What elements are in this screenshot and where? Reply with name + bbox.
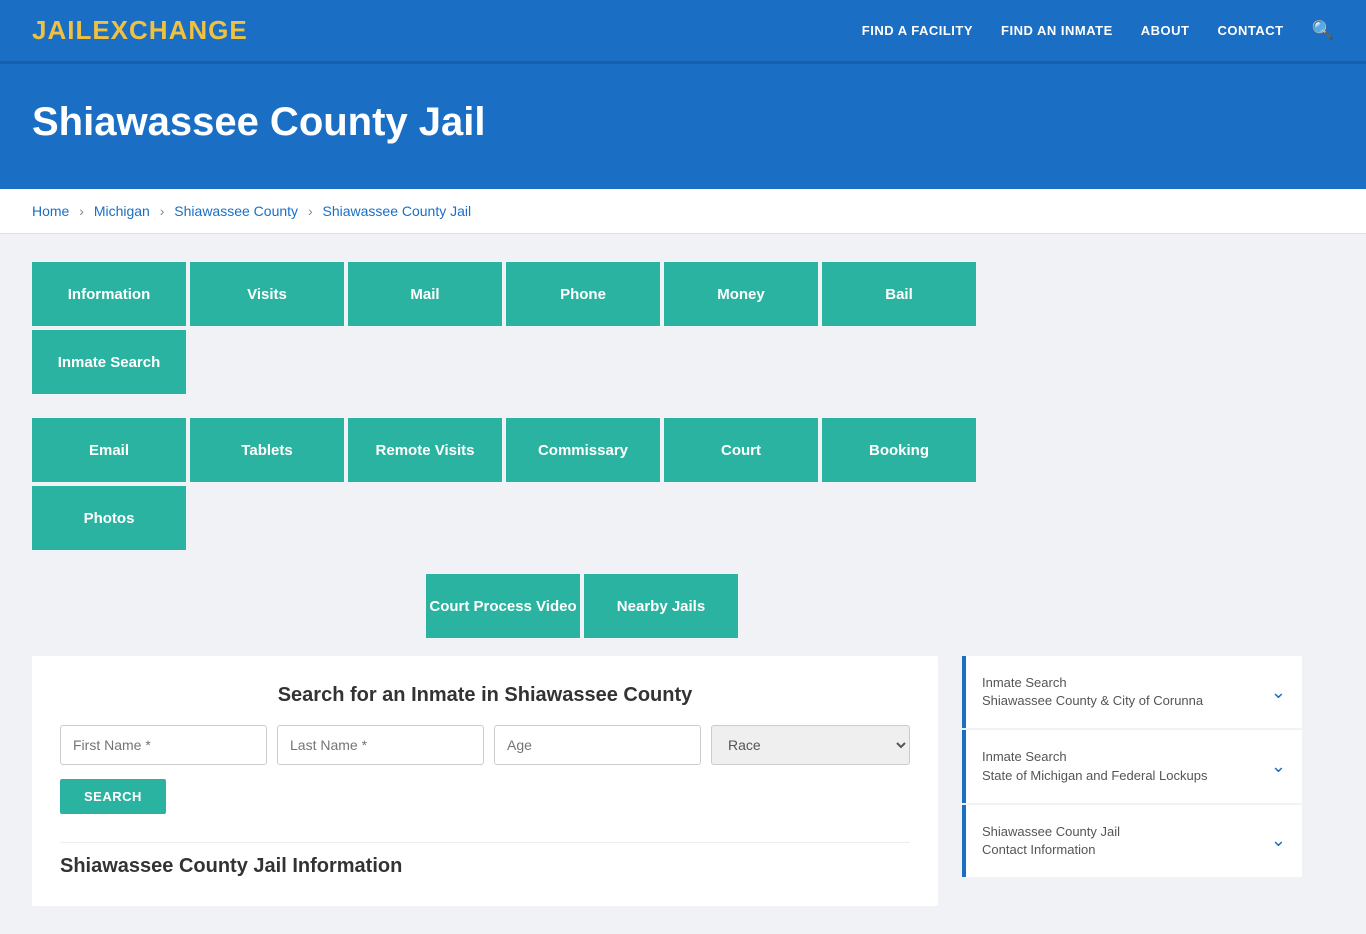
btn-inmate-search[interactable]: Inmate Search bbox=[32, 330, 186, 394]
sidebar-card-1-title: Inmate Search Shiawassee County & City o… bbox=[982, 674, 1203, 710]
btn-remote-visits[interactable]: Remote Visits bbox=[348, 418, 502, 482]
breadcrumb-jail[interactable]: Shiawassee County Jail bbox=[323, 203, 472, 219]
nav-about[interactable]: ABOUT bbox=[1141, 23, 1190, 38]
last-name-input[interactable] bbox=[277, 725, 484, 765]
btn-booking[interactable]: Booking bbox=[822, 418, 976, 482]
btn-mail[interactable]: Mail bbox=[348, 262, 502, 326]
search-submit-button[interactable]: SEARCH bbox=[60, 779, 166, 814]
first-name-input[interactable] bbox=[60, 725, 267, 765]
info-section-title: Shiawassee County Jail Information bbox=[60, 842, 910, 878]
btn-bail[interactable]: Bail bbox=[822, 262, 976, 326]
main-content: Information Visits Mail Phone Money Bail… bbox=[0, 234, 1366, 934]
sidebar-card-1-header[interactable]: Inmate Search Shiawassee County & City o… bbox=[966, 656, 1302, 728]
breadcrumb-michigan[interactable]: Michigan bbox=[94, 203, 150, 219]
nav-find-facility[interactable]: FIND A FACILITY bbox=[862, 23, 973, 38]
sidebar-card-2-main: Inmate Search bbox=[982, 748, 1207, 766]
breadcrumb: Home › Michigan › Shiawassee County › Sh… bbox=[0, 189, 1366, 234]
btn-court-process-video[interactable]: Court Process Video bbox=[426, 574, 580, 638]
btn-commissary[interactable]: Commissary bbox=[506, 418, 660, 482]
grid-row-1: Information Visits Mail Phone Money Bail… bbox=[32, 262, 1132, 394]
sidebar-card-3-header[interactable]: Shiawassee County Jail Contact Informati… bbox=[966, 805, 1302, 877]
chevron-down-icon-1: ⌄ bbox=[1271, 682, 1286, 703]
sidebar-card-3-main: Shiawassee County Jail bbox=[982, 823, 1120, 841]
search-panel-title: Search for an Inmate in Shiawassee Count… bbox=[60, 684, 910, 707]
site-logo[interactable]: JAILEXCHANGE bbox=[32, 15, 248, 46]
sidebar-card-1-sub: Shiawassee County & City of Corunna bbox=[982, 692, 1203, 710]
btn-visits[interactable]: Visits bbox=[190, 262, 344, 326]
sidebar-card-2-header[interactable]: Inmate Search State of Michigan and Fede… bbox=[966, 730, 1302, 802]
hero-section: Shiawassee County Jail bbox=[0, 64, 1366, 189]
page-title: Shiawassee County Jail bbox=[32, 100, 1334, 145]
sidebar-card-2-title: Inmate Search State of Michigan and Fede… bbox=[982, 748, 1207, 784]
chevron-down-icon-2: ⌄ bbox=[1271, 756, 1286, 777]
btn-nearby-jails[interactable]: Nearby Jails bbox=[584, 574, 738, 638]
race-select[interactable]: Race bbox=[711, 725, 910, 765]
site-header: JAILEXCHANGE FIND A FACILITY FIND AN INM… bbox=[0, 0, 1366, 64]
btn-photos[interactable]: Photos bbox=[32, 486, 186, 550]
nav-contact[interactable]: CONTACT bbox=[1217, 23, 1283, 38]
breadcrumb-county[interactable]: Shiawassee County bbox=[174, 203, 298, 219]
sidebar-card-1-main: Inmate Search bbox=[982, 674, 1203, 692]
sidebar-cards: Inmate Search Shiawassee County & City o… bbox=[962, 656, 1302, 906]
breadcrumb-sep-2: › bbox=[160, 203, 165, 219]
nav-find-inmate[interactable]: FIND AN INMATE bbox=[1001, 23, 1113, 38]
btn-tablets[interactable]: Tablets bbox=[190, 418, 344, 482]
sidebar-card-3: Shiawassee County Jail Contact Informati… bbox=[962, 805, 1302, 877]
inmate-search-panel: Search for an Inmate in Shiawassee Count… bbox=[32, 656, 938, 906]
btn-money[interactable]: Money bbox=[664, 262, 818, 326]
sidebar-card-2: Inmate Search State of Michigan and Fede… bbox=[962, 730, 1302, 802]
chevron-down-icon-3: ⌄ bbox=[1271, 830, 1286, 851]
sidebar-card-3-title: Shiawassee County Jail Contact Informati… bbox=[982, 823, 1120, 859]
btn-phone[interactable]: Phone bbox=[506, 262, 660, 326]
grid-row-3: Court Process Video Nearby Jails bbox=[32, 574, 1132, 638]
age-input[interactable] bbox=[494, 725, 701, 765]
sidebar-card-2-sub: State of Michigan and Federal Lockups bbox=[982, 767, 1207, 785]
breadcrumb-home[interactable]: Home bbox=[32, 203, 69, 219]
search-form-row1: Race bbox=[60, 725, 910, 765]
breadcrumb-sep-1: › bbox=[79, 203, 84, 219]
btn-court[interactable]: Court bbox=[664, 418, 818, 482]
grid-row-2: Email Tablets Remote Visits Commissary C… bbox=[32, 418, 1132, 550]
logo-exchange: EXCHANGE bbox=[92, 15, 247, 45]
breadcrumb-sep-3: › bbox=[308, 203, 313, 219]
main-nav: FIND A FACILITY FIND AN INMATE ABOUT CON… bbox=[862, 20, 1334, 41]
header-search-button[interactable]: 🔍 bbox=[1312, 20, 1334, 41]
two-column-layout: Search for an Inmate in Shiawassee Count… bbox=[32, 656, 1302, 906]
sidebar-card-1: Inmate Search Shiawassee County & City o… bbox=[962, 656, 1302, 728]
logo-jail: JAIL bbox=[32, 15, 92, 45]
sidebar-card-3-sub: Contact Information bbox=[982, 841, 1120, 859]
btn-information[interactable]: Information bbox=[32, 262, 186, 326]
btn-email[interactable]: Email bbox=[32, 418, 186, 482]
